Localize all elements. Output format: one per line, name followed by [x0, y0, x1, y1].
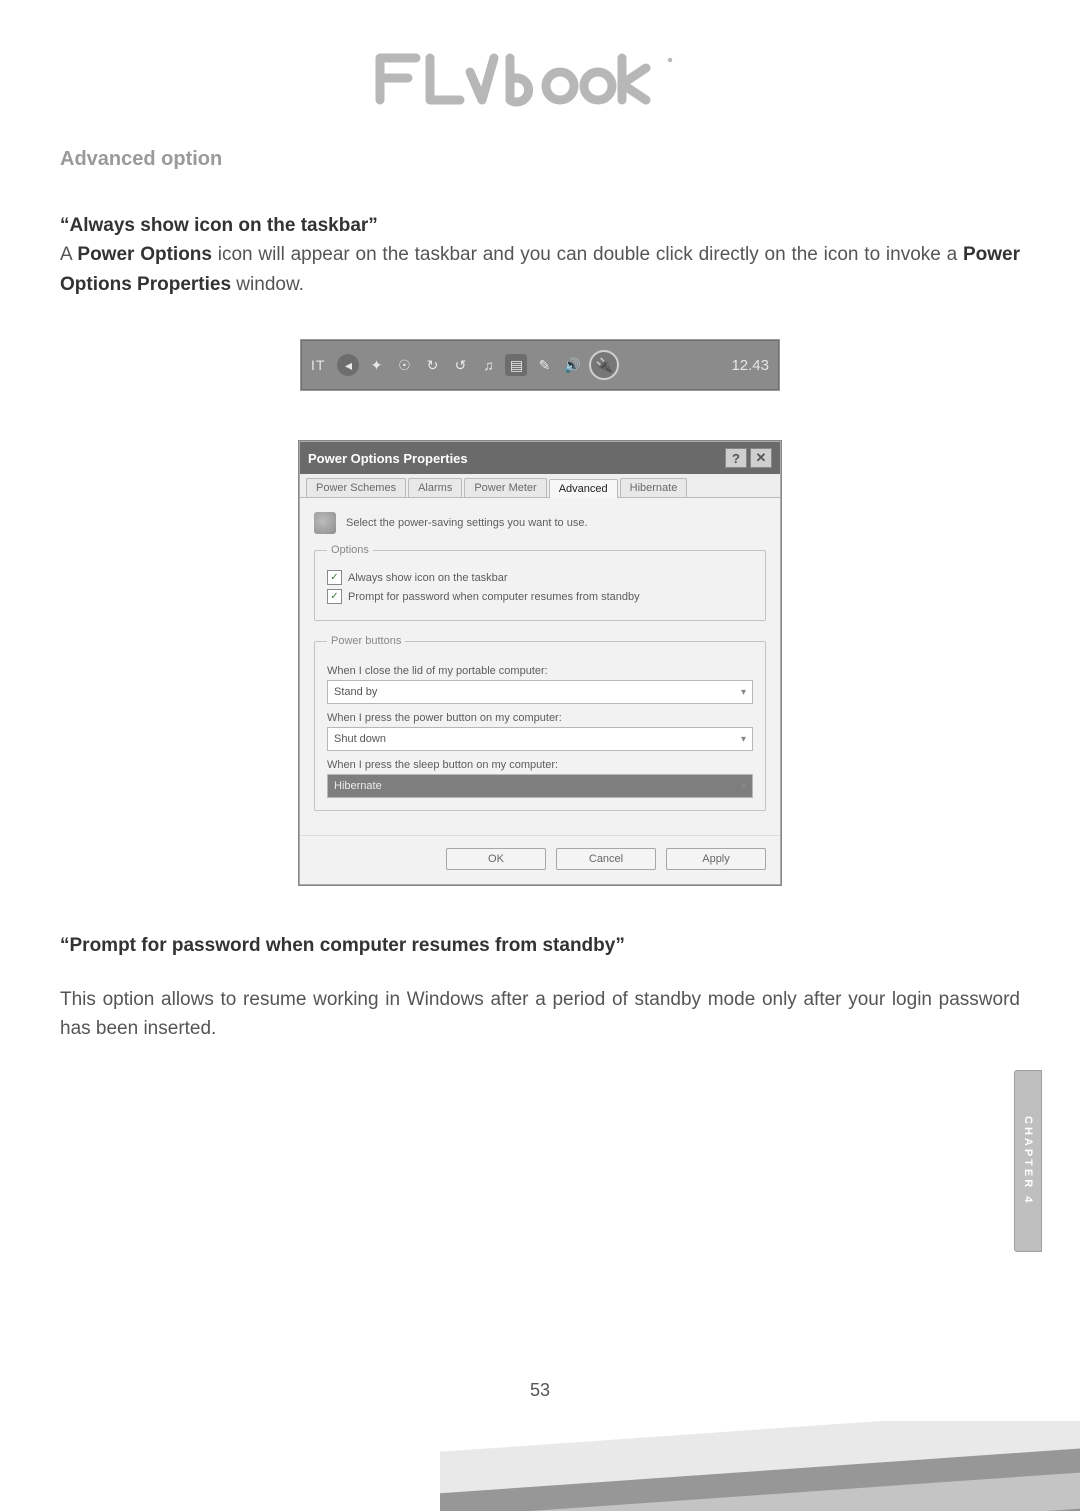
- tab-advanced[interactable]: Advanced: [549, 479, 618, 498]
- help-button[interactable]: ?: [725, 448, 747, 468]
- chevron-down-icon: ▾: [741, 781, 746, 792]
- dialog-tabs: Power Schemes Alarms Power Meter Advance…: [300, 474, 780, 498]
- taskbar-clock: 12.43: [731, 357, 769, 374]
- tab-alarms[interactable]: Alarms: [408, 478, 462, 497]
- power-options-dialog: Power Options Properties ? ✕ Power Schem…: [299, 441, 781, 885]
- apply-button[interactable]: Apply: [666, 848, 766, 870]
- tab-power-meter[interactable]: Power Meter: [464, 478, 546, 497]
- ok-button[interactable]: OK: [446, 848, 546, 870]
- sleep-button-select[interactable]: Hibernate ▾: [327, 774, 753, 798]
- sync-icon: ↺: [449, 354, 471, 376]
- chapter-side-tab-label: CHAPTER 4: [1022, 1116, 1034, 1205]
- audio-icon: 🔊: [561, 354, 583, 376]
- globe-icon: ☉: [393, 354, 415, 376]
- close-button[interactable]: ✕: [750, 448, 772, 468]
- option-desc-2: This option allows to resume working in …: [60, 985, 1020, 1044]
- footer-decoration: [440, 1421, 1080, 1511]
- power-button-value: Shut down: [334, 733, 386, 745]
- cancel-button[interactable]: Cancel: [556, 848, 656, 870]
- taskbar-lang: IT: [311, 357, 325, 373]
- power-buttons-group: Power buttons When I close the lid of my…: [314, 635, 766, 811]
- pen-icon: ✎: [533, 354, 555, 376]
- sync-icon: ↻: [421, 354, 443, 376]
- dialog-intro: Select the power-saving settings you wan…: [346, 517, 588, 529]
- section-heading: Advanced option: [60, 148, 1020, 171]
- option-quote-2: “Prompt for password when computer resum…: [60, 931, 1020, 960]
- chapter-side-tab: CHAPTER 4: [1014, 1070, 1042, 1252]
- chevron-left-icon: ◂: [337, 354, 359, 376]
- option-desc-1: A Power Options icon will appear on the …: [60, 240, 1020, 299]
- sleep-button-value: Hibernate: [334, 780, 382, 792]
- checkbox-prompt-password-label: Prompt for password when computer resume…: [348, 591, 640, 603]
- puzzle-icon: ✦: [365, 354, 387, 376]
- battery-icon: [314, 512, 336, 534]
- power-buttons-legend: Power buttons: [327, 635, 405, 647]
- tab-hibernate[interactable]: Hibernate: [620, 478, 688, 497]
- dialog-title: Power Options Properties: [308, 451, 468, 466]
- checkbox-prompt-password[interactable]: ✓: [327, 589, 342, 604]
- options-group: Options ✓ Always show icon on the taskba…: [314, 544, 766, 621]
- options-legend: Options: [327, 544, 373, 556]
- checkbox-show-icon-label: Always show icon on the taskbar: [348, 572, 508, 584]
- power-button-select[interactable]: Shut down ▾: [327, 727, 753, 751]
- doc-icon: ▤: [505, 354, 527, 376]
- chevron-down-icon: ▾: [741, 734, 746, 745]
- lid-close-value: Stand by: [334, 686, 377, 698]
- taskbar-screenshot: IT ◂ ✦ ☉ ↻ ↺ ♫ ▤ ✎ 🔊 🔌 12.43: [300, 339, 780, 391]
- brand-logo: [60, 50, 1020, 108]
- page-number: 53: [0, 1380, 1080, 1401]
- lid-close-label: When I close the lid of my portable comp…: [327, 665, 753, 677]
- power-icon: 🔌: [589, 350, 619, 380]
- sleep-button-label: When I press the sleep button on my comp…: [327, 759, 753, 771]
- lid-close-select[interactable]: Stand by ▾: [327, 680, 753, 704]
- option-quote-1: “Always show icon on the taskbar”: [60, 211, 1020, 240]
- power-button-label: When I press the power button on my comp…: [327, 712, 753, 724]
- chevron-down-icon: ▾: [741, 687, 746, 698]
- tab-power-schemes[interactable]: Power Schemes: [306, 478, 406, 497]
- volume-icon: ♫: [477, 354, 499, 376]
- checkbox-show-icon[interactable]: ✓: [327, 570, 342, 585]
